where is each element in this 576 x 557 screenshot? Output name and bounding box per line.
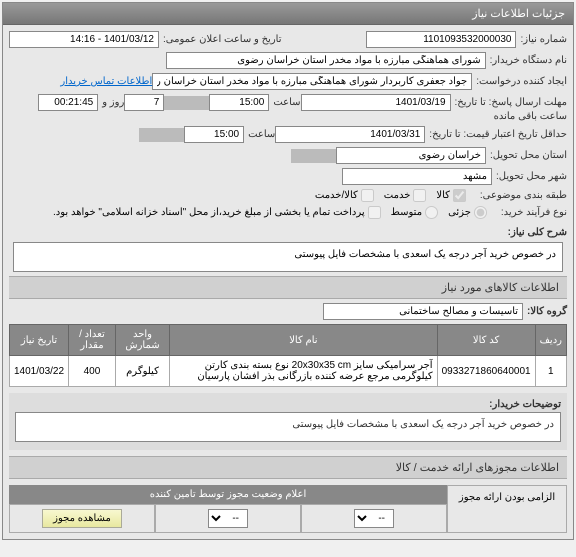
lbl-khedmat: خدمت bbox=[384, 190, 411, 201]
th-name: نام کالا bbox=[170, 325, 437, 356]
cell-code: 0933271860640001 bbox=[437, 356, 535, 387]
buyer-input[interactable] bbox=[166, 52, 486, 69]
payment-note: پرداخت تمام یا بخشی از مبلغ خرید،از محل … bbox=[53, 207, 365, 218]
need-title-box: در خصوص خرید آجر درجه یک اسعدی با مشخصات… bbox=[13, 242, 563, 272]
cert-select-1[interactable]: -- bbox=[354, 509, 394, 528]
rad-small bbox=[474, 206, 487, 219]
group-label: گروه کالا: bbox=[527, 306, 567, 317]
subject-label: طبقه بندی موضوعی: bbox=[480, 190, 567, 201]
cell-qty: 400 bbox=[69, 356, 116, 387]
cert-table: الزامی بودن ارائه مجوز اعلام وضعیت مجوز … bbox=[9, 485, 567, 533]
deadline-time-input[interactable] bbox=[209, 94, 269, 111]
goods-table: ردیف کد کالا نام کالا واحد شمارش تعداد /… bbox=[9, 324, 567, 387]
lbl-med: متوسط bbox=[391, 207, 422, 218]
credit-time-input[interactable] bbox=[184, 126, 244, 143]
cert-row: -- -- مشاهده مجوز bbox=[9, 504, 447, 533]
remain-label: ساعت باقی مانده bbox=[494, 111, 567, 122]
credit-date-input[interactable] bbox=[275, 126, 425, 143]
cell-name: آجر سرامیکی سایز 20x30x35 cm نوع بسته بن… bbox=[170, 356, 437, 387]
need-title-label: شرح کلی نیاز: bbox=[508, 227, 567, 238]
time-label-2: ساعت bbox=[248, 129, 275, 140]
remain-time-input[interactable] bbox=[38, 94, 98, 111]
chk-kala bbox=[453, 189, 466, 202]
province-input[interactable] bbox=[336, 147, 486, 164]
cert-cell-3: مشاهده مجوز bbox=[9, 504, 155, 533]
buyer-label: نام دستگاه خریدار: bbox=[490, 55, 567, 66]
buyer-note-area: توضیحات خریدار: در خصوص خرید آجر درجه یک… bbox=[9, 393, 567, 450]
city-input[interactable] bbox=[342, 168, 492, 185]
announce-label: تاریخ و ساعت اعلان عمومی: bbox=[163, 34, 282, 45]
buyer-note-label: توضیحات خریدار: bbox=[15, 399, 561, 410]
panel-body: شماره نیاز: تاریخ و ساعت اعلان عمومی: نا… bbox=[3, 25, 573, 539]
cert-mandatory-label: الزامی بودن ارائه مجوز bbox=[447, 485, 567, 533]
table-row[interactable]: 1 0933271860640001 آجر سرامیکی سایز 20x3… bbox=[10, 356, 567, 387]
th-unit: واحد شمارش bbox=[115, 325, 169, 356]
chk-khedmat bbox=[413, 189, 426, 202]
goods-section-title: اطلاعات کالاهای مورد نیاز bbox=[9, 276, 567, 299]
chk-both bbox=[361, 189, 374, 202]
credit-label: حداقل تاریخ اعتبار قیمت: تا تاریخ: bbox=[429, 129, 567, 140]
chk-treasury bbox=[368, 206, 381, 219]
deadline-date-input[interactable] bbox=[301, 94, 451, 111]
creator-input[interactable] bbox=[152, 73, 472, 90]
cert-status-header: اعلام وضعیت مجوز توسط تامین کننده bbox=[9, 485, 447, 504]
cert-view-button[interactable]: مشاهده مجوز bbox=[42, 509, 122, 528]
table-header-row: ردیف کد کالا نام کالا واحد شمارش تعداد /… bbox=[10, 325, 567, 356]
lbl-small: جزئی bbox=[448, 207, 471, 218]
need-no-label: شماره نیاز: bbox=[520, 34, 567, 45]
rad-med bbox=[425, 206, 438, 219]
creator-label: ایجاد کننده درخواست: bbox=[476, 76, 567, 87]
city-label: شهر محل تحویل: bbox=[496, 171, 567, 182]
cert-section-title: اطلاعات مجوزهای ارائه خدمت / کالا bbox=[9, 456, 567, 479]
gray-block-3 bbox=[291, 149, 336, 163]
province-label: استان محل تحویل: bbox=[490, 150, 567, 161]
th-code: کد کالا bbox=[437, 325, 535, 356]
th-qty: تعداد / مقدار bbox=[69, 325, 116, 356]
need-no-input[interactable] bbox=[366, 31, 516, 48]
cell-unit: کیلوگرم bbox=[115, 356, 169, 387]
need-details-panel: جزئیات اطلاعات نیاز شماره نیاز: تاریخ و … bbox=[2, 2, 574, 540]
time-label-1: ساعت bbox=[273, 97, 300, 108]
days-input[interactable] bbox=[124, 94, 164, 111]
cert-cell-1: -- bbox=[301, 504, 447, 533]
deadline-label: مهلت ارسال پاسخ: تا تاریخ: bbox=[455, 97, 567, 108]
announce-input[interactable] bbox=[9, 31, 159, 48]
process-label: نوع فرآیند خرید: bbox=[501, 207, 567, 218]
cert-cell-2: -- bbox=[155, 504, 301, 533]
cert-right: اعلام وضعیت مجوز توسط تامین کننده -- -- … bbox=[9, 485, 447, 533]
buyer-note-box: در خصوص خرید آجر درجه یک اسعدی با مشخصات… bbox=[15, 412, 561, 442]
cell-idx: 1 bbox=[535, 356, 566, 387]
cell-date: 1401/03/22 bbox=[10, 356, 69, 387]
th-row: ردیف bbox=[535, 325, 566, 356]
days-label: روز و bbox=[102, 97, 124, 108]
contact-link[interactable]: اطلاعات تماس خریدار bbox=[60, 76, 152, 87]
panel-title: جزئیات اطلاعات نیاز bbox=[3, 3, 573, 25]
lbl-both: کالا/خدمت bbox=[315, 190, 358, 201]
cert-select-2[interactable]: -- bbox=[208, 509, 248, 528]
th-date: تاریخ نیاز bbox=[10, 325, 69, 356]
gray-block-2 bbox=[139, 128, 184, 142]
gray-block-1 bbox=[164, 96, 209, 110]
group-input[interactable] bbox=[323, 303, 523, 320]
lbl-kala: کالا bbox=[436, 190, 450, 201]
